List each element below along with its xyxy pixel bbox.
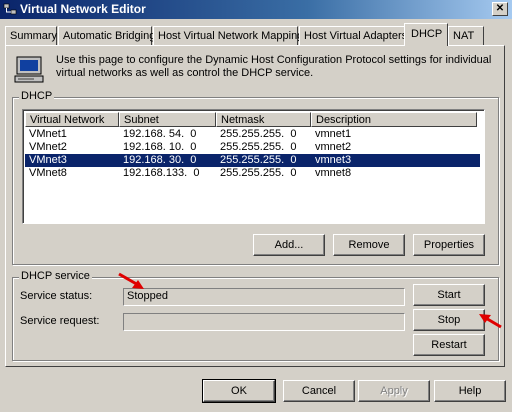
table-row[interactable]: VMnet1 192.168. 54. 0 255.255.255. 0 vmnet1 <box>25 128 480 141</box>
annotation-arrow-icon <box>118 272 144 289</box>
computer-icon <box>14 56 44 83</box>
table-cell-netmask: 255.255.255. 0 <box>220 128 297 140</box>
service-request-label: Service request: <box>20 315 100 327</box>
list-header: Virtual Network Subnet Netmask Descripti… <box>25 112 477 127</box>
add-button-label: Add... <box>274 239 304 251</box>
tab-label: DHCP <box>411 28 443 40</box>
tab-label: Host Virtual Network Mapping <box>158 30 304 42</box>
table-row[interactable]: VMnet2 192.168. 10. 0 255.255.255. 0 vmnet2 <box>25 141 480 154</box>
tab-dhcp[interactable]: DHCP <box>404 23 448 46</box>
table-cell-subnet: 192.168.133. 0 <box>123 167 200 179</box>
virtual-network-editor-window: Virtual Network Editor ✕ Summary Automat… <box>0 0 512 412</box>
table-cell-netmask: 255.255.255. 0 <box>220 167 297 179</box>
dhcp-group-label: DHCP <box>19 90 55 102</box>
title-bar[interactable]: Virtual Network Editor ✕ <box>0 0 512 19</box>
tab-host-virtual-adapters[interactable]: Host Virtual Adapters <box>299 26 408 45</box>
properties-button[interactable]: Properties <box>413 234 485 256</box>
dhcp-service-group-label: DHCP service <box>19 270 92 282</box>
column-header-virtual-network[interactable]: Virtual Network <box>25 112 119 127</box>
virtual-network-list[interactable]: Virtual Network Subnet Netmask Descripti… <box>22 109 485 224</box>
cancel-button-label: Cancel <box>301 385 337 397</box>
table-cell-subnet: 192.168. 10. 0 <box>123 141 197 153</box>
tab-label: NAT <box>453 30 475 42</box>
ok-button[interactable]: OK <box>202 379 276 403</box>
tab-host-virtual-network-mapping[interactable]: Host Virtual Network Mapping <box>153 26 303 45</box>
tab-label: Automatic Bridging <box>63 30 156 42</box>
help-button-label: Help <box>458 385 482 397</box>
start-button-label: Start <box>437 289 461 301</box>
tab-label: Host Virtual Adapters <box>304 30 408 42</box>
table-cell-subnet: 192.168. 30. 0 <box>123 154 197 166</box>
restart-button[interactable]: Restart <box>413 334 485 356</box>
close-icon[interactable]: ✕ <box>492 2 508 16</box>
network-app-icon <box>3 3 17 15</box>
page-description: Use this page to configure the Dynamic H… <box>56 54 492 79</box>
table-cell-description: vmnet2 <box>315 141 352 153</box>
stop-button-label: Stop <box>437 314 461 326</box>
table-cell-description: vmnet8 <box>315 167 352 179</box>
table-cell-netmask: 255.255.255. 0 <box>220 154 297 166</box>
column-header-netmask[interactable]: Netmask <box>216 112 311 127</box>
help-button[interactable]: Help <box>434 380 506 402</box>
tab-label: Summary <box>10 30 58 42</box>
apply-button[interactable]: Apply <box>358 380 430 402</box>
service-request-field <box>123 313 405 331</box>
tab-nat[interactable]: NAT <box>448 26 484 45</box>
column-header-description[interactable]: Description <box>311 112 477 127</box>
table-cell-network: VMnet1 <box>29 128 67 140</box>
remove-button[interactable]: Remove <box>333 234 405 256</box>
stop-button[interactable]: Stop <box>413 309 485 331</box>
ok-button-label: OK <box>231 385 247 397</box>
table-row[interactable]: VMnet8 192.168.133. 0 255.255.255. 0 vmnet8 <box>25 167 480 180</box>
table-cell-subnet: 192.168. 54. 0 <box>123 128 197 140</box>
table-cell-network: VMnet2 <box>29 141 67 153</box>
properties-button-label: Properties <box>423 239 475 251</box>
dhcp-tab-panel: Use this page to configure the Dynamic H… <box>5 45 505 367</box>
table-cell-description: vmnet1 <box>315 128 352 140</box>
cancel-button[interactable]: Cancel <box>283 380 355 402</box>
table-row[interactable]: VMnet3 192.168. 30. 0 255.255.255. 0 vmnet3 <box>25 154 480 167</box>
column-header-subnet[interactable]: Subnet <box>119 112 216 127</box>
table-cell-network: VMnet8 <box>29 167 67 179</box>
table-cell-description: vmnet3 <box>315 154 352 166</box>
add-button[interactable]: Add... <box>253 234 325 256</box>
apply-button-label: Apply <box>380 385 408 397</box>
tab-automatic-bridging[interactable]: Automatic Bridging <box>58 26 156 45</box>
start-button[interactable]: Start <box>413 284 485 306</box>
window-title: Virtual Network Editor <box>20 2 146 16</box>
service-status-label: Service status: <box>20 290 93 302</box>
annotation-arrow-icon <box>479 314 502 329</box>
tab-summary[interactable]: Summary <box>5 26 57 45</box>
restart-button-label: Restart <box>431 339 467 351</box>
service-status-field: Stopped <box>123 288 405 306</box>
table-cell-netmask: 255.255.255. 0 <box>220 141 297 153</box>
table-cell-network: VMnet3 <box>29 154 67 166</box>
remove-button-label: Remove <box>348 239 390 251</box>
